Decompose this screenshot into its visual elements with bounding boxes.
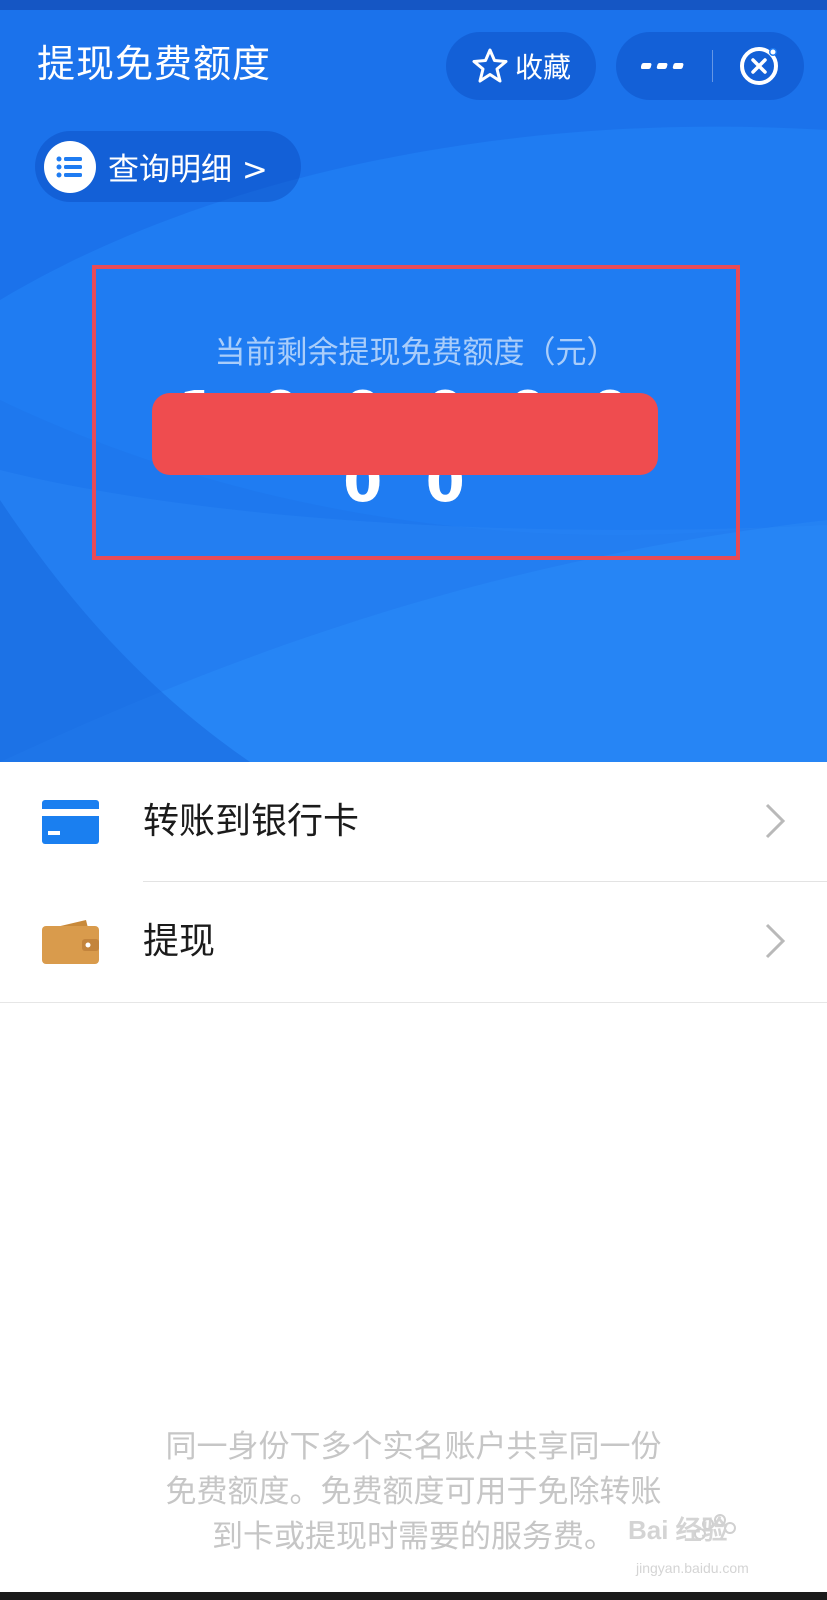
favorite-label: 收藏 [514,51,571,84]
menu-item-label: 转账到银行卡 [143,801,360,842]
watermark-url: jingyan.baidu.com [636,1560,749,1576]
close-button[interactable] [713,32,804,100]
status-strip [0,0,827,10]
star-icon [472,48,508,83]
menu-item-label: 提现 [143,921,216,962]
menu-item-transfer-to-bank-card[interactable]: 转账到银行卡 [0,762,827,882]
query-details-button[interactable]: 查询明细 > [35,131,301,202]
query-details-label: 查询明细 > [108,152,268,188]
highlight-frame [92,265,740,560]
menu-item-withdraw[interactable]: 提现 [0,882,827,1001]
more-dots-icon [641,63,684,69]
favorite-button[interactable]: 收藏 [446,32,596,100]
hero-section: 提现免费额度 收藏 查询明细 > 当前剩余提现免费额度（元） 0 0 [0,0,827,762]
page-title: 提现免费额度 [37,42,272,86]
more-button[interactable] [616,32,712,100]
capsule-menu [616,32,804,100]
list-icon [56,156,82,177]
bank-card-icon [42,800,99,844]
footnote-line: 同一身份下多个实名账户共享同一份 [165,1429,662,1465]
footnote-line: 免费额度。免费额度可用于免除转账 [165,1474,662,1510]
section-divider [0,1002,827,1003]
bottom-system-bar [0,1592,827,1600]
action-menu: 转账到银行卡 提现 [0,762,827,1002]
chevron-right-icon [765,803,786,839]
wallet-icon [42,920,99,964]
chevron-right-icon [765,923,786,959]
close-circle-icon [739,47,778,85]
watermark-text: Bai 经验 [628,1515,728,1545]
list-icon-badge [44,140,96,193]
